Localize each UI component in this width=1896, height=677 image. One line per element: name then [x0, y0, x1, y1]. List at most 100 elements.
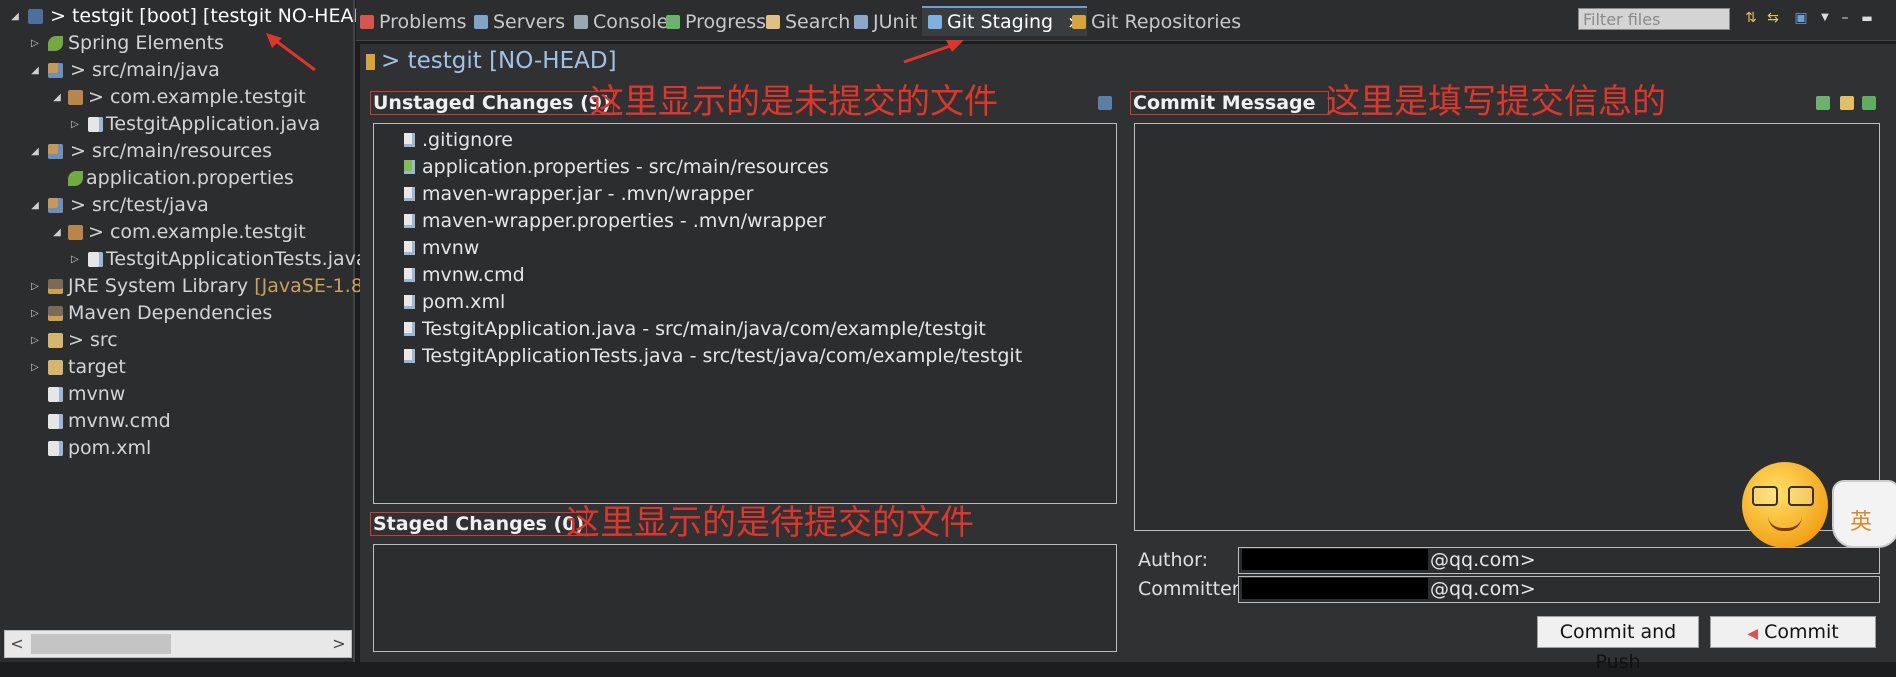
tab-label: Problems	[379, 11, 467, 33]
java-file-icon	[404, 322, 415, 336]
commit-template-icon[interactable]	[1816, 96, 1830, 110]
list-item[interactable]: application.properties - src/main/resour…	[404, 154, 829, 181]
maximize-icon[interactable]: ▬	[1858, 9, 1876, 27]
committer-email-suffix: @qq.com>	[1430, 578, 1536, 600]
view-menu-icon[interactable]: ▼	[1816, 9, 1834, 27]
problems-icon	[360, 15, 374, 29]
tab-problems[interactable]: Problems	[360, 8, 467, 36]
tab-console[interactable]: Console	[574, 8, 668, 36]
file-icon	[404, 241, 415, 255]
list-item[interactable]: mvnw	[404, 235, 479, 262]
commit-button-label: Commit	[1764, 621, 1839, 643]
horizontal-scrollbar[interactable]: < >	[4, 630, 352, 658]
progress-icon	[666, 15, 680, 29]
list-item[interactable]: maven-wrapper.properties - .mvn/wrapper	[404, 208, 826, 235]
tab-git-staging[interactable]: Git Staging ×	[922, 6, 1088, 36]
tab-label: Console	[593, 11, 669, 33]
collapsed-twisty-icon[interactable]: ▷	[30, 327, 40, 354]
redacted-author-name	[1242, 549, 1428, 570]
unstaged-changes-title: Unstaged Changes (9)	[370, 91, 614, 115]
folder-icon	[48, 360, 63, 375]
file-icon	[404, 214, 415, 228]
tab-label: Search	[785, 11, 851, 33]
author-label: Author:	[1138, 549, 1209, 571]
repository-title-text: > testgit [NO-HEAD]	[381, 48, 617, 74]
list-item[interactable]: pom.xml	[404, 289, 505, 316]
red-arrow-icon	[266, 33, 316, 72]
list-item[interactable]: mvnw.cmd	[404, 262, 525, 289]
expanded-twisty-icon[interactable]: ◢	[30, 138, 40, 165]
collapsed-twisty-icon[interactable]: ▷	[30, 273, 40, 300]
collapsed-twisty-icon[interactable]: ▷	[30, 30, 40, 57]
repository-title: > testgit [NO-HEAD]	[366, 44, 617, 78]
author-field[interactable]: @qq.com>	[1238, 547, 1880, 574]
repository-icon	[366, 54, 375, 70]
scroll-right-arrow-icon[interactable]: >	[327, 631, 351, 657]
expanded-twisty-icon[interactable]: ◢	[52, 84, 62, 111]
expanded-twisty-icon[interactable]: ◢	[52, 219, 62, 246]
java-file-icon	[404, 349, 415, 363]
collapsed-twisty-icon[interactable]: ▷	[70, 111, 80, 138]
file-icon	[404, 295, 415, 309]
junit-icon	[854, 15, 868, 29]
tree-item-label: TestgitApplication.java	[106, 113, 321, 135]
commit-and-push-button[interactable]: Commit and Push	[1537, 616, 1699, 673]
jre-version-decoration: [JavaSE-1.8]	[254, 275, 371, 297]
list-item[interactable]: TestgitApplicationTests.java - src/test/…	[404, 343, 1022, 370]
tab-servers[interactable]: Servers	[474, 8, 565, 36]
tree-item-label: > src/main/java	[70, 59, 220, 81]
signed-off-icon[interactable]	[1840, 96, 1854, 110]
tree-item-label: > com.example.testgit	[88, 86, 306, 108]
tree-item-label: > src/test/java	[70, 194, 209, 216]
commit-message-title: Commit Message	[1130, 91, 1329, 115]
tab-label: Git Repositories	[1091, 11, 1242, 33]
minimize-icon[interactable]: –	[1836, 9, 1854, 27]
presentation-icon[interactable]: ▣	[1792, 9, 1810, 27]
git-staging-icon	[928, 15, 942, 29]
source-folder-icon	[48, 144, 63, 159]
staged-files-list[interactable]	[373, 544, 1117, 652]
source-folder-icon	[48, 198, 63, 213]
tab-git-repositories[interactable]: Git Repositories	[1072, 8, 1241, 36]
tree-item-label: mvnw	[68, 383, 126, 405]
unstaged-toolbar-icon[interactable]	[1098, 96, 1112, 110]
staged-annotation: 这里显示的是待提交的文件	[566, 503, 974, 543]
scrollbar-thumb[interactable]	[31, 634, 171, 654]
refresh-icon[interactable]: ⇆	[1764, 9, 1782, 27]
amend-icon[interactable]	[1862, 96, 1876, 110]
tab-label: Servers	[493, 11, 566, 33]
collapsed-twisty-icon[interactable]: ▷	[70, 246, 80, 273]
tab-junit[interactable]: JUnit	[854, 8, 917, 36]
list-item[interactable]: TestgitApplication.java - src/main/java/…	[404, 316, 986, 343]
cup-label: 英	[1850, 510, 1873, 535]
compare-mode-icon[interactable]: ⇅	[1742, 9, 1760, 27]
author-email-suffix: @qq.com>	[1430, 549, 1536, 571]
tree-item-label: JRE System Library [JavaSE-1.8]	[68, 275, 371, 297]
scroll-left-arrow-icon[interactable]: <	[5, 631, 29, 657]
collapsed-twisty-icon[interactable]: ▷	[30, 300, 40, 327]
expanded-twisty-icon[interactable]: ◢	[10, 3, 20, 30]
smiley-face-sticker	[1742, 462, 1828, 548]
unstaged-files-list[interactable]: .gitignore application.properties - src/…	[373, 123, 1117, 504]
tree-item-label: application.properties	[86, 167, 294, 189]
expanded-twisty-icon[interactable]: ◢	[30, 57, 40, 84]
folder-icon	[48, 333, 63, 348]
tree-item-label: mvnw.cmd	[68, 410, 171, 432]
java-file-icon	[88, 252, 103, 267]
file-icon	[404, 268, 415, 282]
committer-field[interactable]: @qq.com>	[1238, 576, 1880, 603]
tree-item-label: Maven Dependencies	[68, 302, 273, 324]
redacted-committer-name	[1242, 578, 1428, 599]
list-item[interactable]: .gitignore	[404, 127, 513, 154]
list-item[interactable]: maven-wrapper.jar - .mvn/wrapper	[404, 181, 753, 208]
commit-button[interactable]: ◀ Commit	[1710, 616, 1876, 648]
view-tab-bar: Problems Servers Console Progress Search…	[356, 0, 1896, 41]
expanded-twisty-icon[interactable]: ◢	[30, 192, 40, 219]
collapsed-twisty-icon[interactable]: ▷	[30, 354, 40, 381]
file-icon	[48, 441, 63, 456]
tab-progress[interactable]: Progress	[666, 8, 766, 36]
filter-files-input[interactable]: Filter files	[1578, 8, 1730, 30]
tab-search[interactable]: Search	[766, 8, 850, 36]
commit-message-annotation: 这里是填写提交信息的	[1326, 82, 1666, 122]
git-project-icon	[28, 9, 43, 24]
